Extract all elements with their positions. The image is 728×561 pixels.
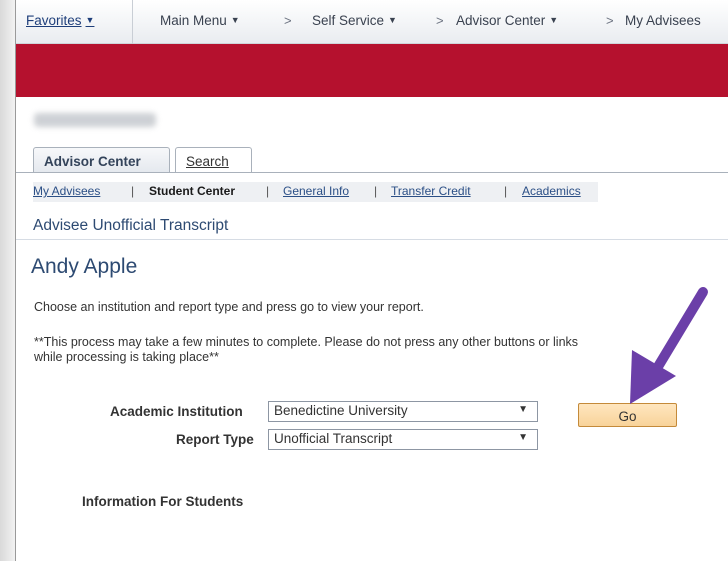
tab-advisor-center[interactable]: Advisor Center (33, 147, 170, 173)
chevron-down-icon: ▼ (230, 15, 240, 25)
nav-favorites-label: Favorites (26, 13, 82, 28)
breadcrumb-arrow-icon: > (284, 13, 292, 28)
tab-search-label: Search (186, 154, 229, 169)
app-frame: Favorites ▼ Main Menu ▼ > Self Service ▼ > … (0, 0, 728, 561)
nav-advisor-center[interactable]: Advisor Center ▼ (456, 13, 558, 28)
chevron-down-icon: ▼ (388, 15, 397, 25)
nav-divider (132, 0, 133, 44)
tab-search[interactable]: Search (175, 147, 252, 173)
tab-underline (16, 172, 728, 173)
redacted-user-name (34, 113, 156, 127)
nav-advisor-center-label: Advisor Center (456, 13, 546, 28)
institution-select-value: Benedictine University (274, 403, 408, 418)
subnav-separator: | (504, 184, 508, 198)
nav-self-service-label: Self Service (312, 13, 385, 28)
subnav-general-info[interactable]: General Info (283, 184, 349, 198)
subnav-separator: | (374, 184, 378, 198)
subnav-transfer-credit[interactable]: Transfer Credit (391, 184, 471, 198)
report-type-label: Report Type (176, 432, 254, 447)
chevron-down-icon: ▼ (549, 15, 559, 25)
nav-favorites[interactable]: Favorites ▼ (26, 13, 94, 28)
subnav-student-center: Student Center (149, 184, 236, 198)
window-left-edge (0, 0, 16, 561)
top-navbar: Favorites ▼ Main Menu ▼ > Self Service ▼ > … (16, 0, 728, 44)
institution-label: Academic Institution (110, 404, 243, 419)
institution-select[interactable]: Benedictine University ▼ (268, 401, 538, 422)
breadcrumb-arrow-icon: > (606, 13, 614, 28)
page-subtitle: Advisee Unofficial Transcript (33, 217, 229, 234)
breadcrumb-arrow-icon: > (436, 13, 444, 28)
subnav-separator: | (266, 184, 270, 198)
information-heading: Information For Students (82, 494, 244, 509)
nav-self-service[interactable]: Self Service ▼ (312, 13, 397, 28)
subnav-separator: | (131, 184, 135, 198)
subnav-academics[interactable]: Academics (522, 184, 581, 198)
instructions-text: Choose an institution and report type an… (34, 300, 424, 314)
report-type-select-value: Unofficial Transcript (274, 431, 393, 446)
report-type-select[interactable]: Unofficial Transcript ▼ (268, 429, 538, 450)
dropdown-arrow-icon: ▼ (518, 432, 528, 443)
nav-main-menu-label: Main Menu (160, 13, 227, 28)
brand-banner (16, 44, 728, 97)
student-name: Andy Apple (31, 255, 138, 278)
advisor-subnav: My Advisees | Student Center | General I… (33, 182, 598, 202)
go-button[interactable]: Go (578, 403, 677, 427)
nav-my-advisees[interactable]: My Advisees (625, 13, 701, 28)
subtitle-divider (16, 239, 728, 240)
dropdown-arrow-icon: ▼ (518, 404, 528, 415)
chevron-down-icon: ▼ (85, 15, 95, 25)
processing-warning: **This process may take a few minutes to… (34, 335, 579, 364)
nav-main-menu[interactable]: Main Menu ▼ (160, 13, 240, 28)
subnav-my-advisees[interactable]: My Advisees (33, 184, 100, 198)
